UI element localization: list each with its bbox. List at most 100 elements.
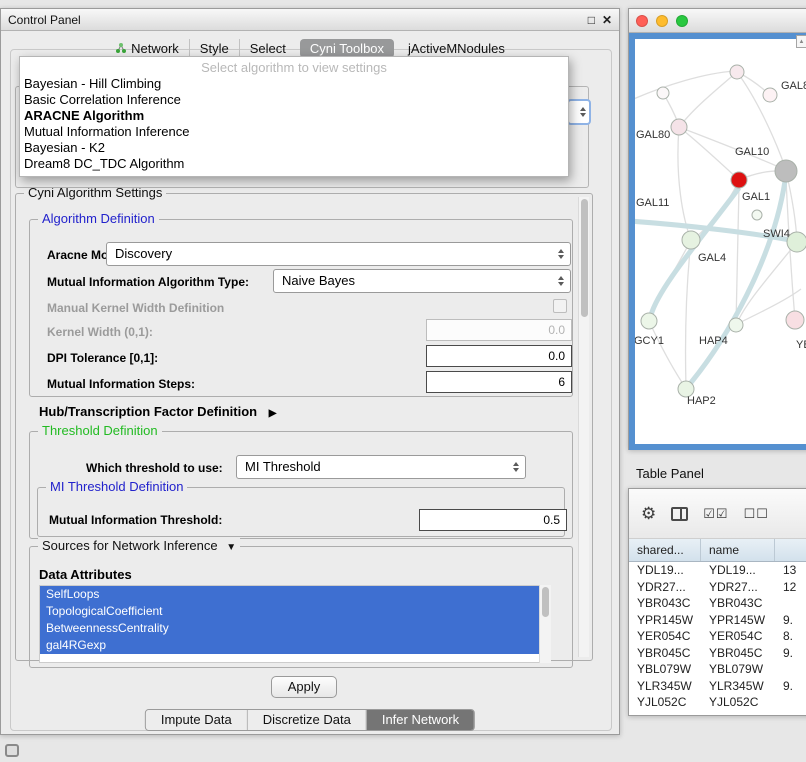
dropdown-value: Discovery (115, 246, 172, 261)
table-row[interactable]: YPR145WYPR145W9. (629, 612, 806, 629)
close-traffic-light-icon[interactable] (636, 15, 648, 27)
network-view-window: ▲ GAL80GAL10GAL11GAL1SWI4GAL4GCY1HAP4HAP… (628, 8, 806, 450)
table-cell (775, 595, 806, 612)
settings-scrollbar-thumb[interactable] (581, 199, 588, 317)
table-cell: 8. (775, 628, 806, 645)
desktop: Control Panel □ ✕ Network Style Select C (0, 0, 806, 762)
mi-steps-field[interactable]: 6 (426, 371, 572, 393)
tab-style[interactable]: Style (189, 39, 239, 58)
table-row[interactable]: YBR045CYBR045C9. (629, 645, 806, 662)
show-panel-icon[interactable] (5, 744, 19, 757)
algorithm-option[interactable]: Basic Correlation Inference (20, 92, 568, 108)
dropdown-value: MI Threshold (245, 459, 321, 474)
network-edge (679, 127, 739, 180)
sources-group-title[interactable]: Sources for Network Inference ▼ (38, 538, 240, 553)
network-node[interactable] (641, 313, 657, 329)
kernel-width-field[interactable]: 0.0 (426, 319, 572, 341)
tab-discretize-data[interactable]: Discretize Data (247, 710, 366, 730)
network-node[interactable] (682, 231, 700, 249)
network-node[interactable] (731, 172, 747, 188)
table-panel-title: Table Panel (636, 466, 704, 481)
table-row[interactable]: YDL19...YDL19...13 (629, 562, 806, 579)
settings-scrollbar[interactable] (578, 197, 589, 657)
attribute-item-selected[interactable]: SelfLoops (40, 586, 550, 603)
table-cell: YPR145W (629, 612, 701, 629)
table-cell: YLR345W (701, 678, 775, 695)
table-cell: 9. (775, 645, 806, 662)
table-row[interactable]: YBL079WYBL079W (629, 661, 806, 678)
table-cell: YBL079W (701, 661, 775, 678)
table-row[interactable]: YBR043CYBR043C (629, 595, 806, 612)
column-header[interactable] (775, 539, 806, 561)
stepper-arrows-icon (558, 249, 564, 259)
network-canvas[interactable]: GAL80GAL10GAL11GAL1SWI4GAL4GCY1HAP4HAP2G… (629, 33, 806, 450)
select-all-icon[interactable]: ☑☑ (703, 506, 728, 522)
network-node[interactable] (763, 88, 777, 102)
hub-definition-section[interactable]: Hub/Transcription Factor Definition ▶ (39, 404, 276, 419)
manual-kernel-width-checkbox[interactable] (553, 299, 567, 313)
table-body: YDL19...YDL19...13YDR27...YDR27...12YBR0… (629, 562, 806, 715)
algorithm-combo-fragment[interactable] (567, 99, 591, 125)
algorithm-option-selected[interactable]: ARACNE Algorithm (20, 108, 568, 124)
attribute-item-selected[interactable]: BetweennessCentrality (40, 620, 550, 637)
attribute-list-scrollbar[interactable] (539, 585, 551, 663)
table-row[interactable]: YLR345WYLR345W9. (629, 678, 806, 695)
which-threshold-dropdown[interactable]: MI Threshold (236, 455, 526, 479)
float-icon[interactable]: □ (588, 13, 595, 27)
tab-jactivemnodules[interactable]: jActiveMNodules (398, 39, 515, 58)
network-node[interactable] (730, 65, 744, 79)
tab-cyni-toolbox[interactable]: Cyni Toolbox (300, 39, 394, 58)
table-cell: 13 (775, 562, 806, 579)
table-row[interactable]: YDR27...YDR27...12 (629, 579, 806, 596)
column-selector-icon[interactable] (671, 507, 688, 521)
network-node[interactable] (786, 311, 804, 329)
aracne-mode-dropdown[interactable]: Discovery (106, 242, 571, 266)
zoom-traffic-light-icon[interactable] (676, 15, 688, 27)
attribute-item-selected[interactable]: TopologicalCoefficient (40, 603, 550, 620)
scroll-up-button[interactable]: ▲ (796, 35, 806, 48)
network-window-titlebar[interactable] (629, 9, 806, 33)
close-icon[interactable]: ✕ (602, 13, 612, 27)
dropdown-value: Naive Bayes (282, 273, 355, 288)
dpi-tolerance-field[interactable]: 0.0 (426, 345, 572, 367)
minimize-traffic-light-icon[interactable] (656, 15, 668, 27)
gear-icon[interactable]: ⚙ (641, 504, 656, 524)
table-row[interactable]: YJL052CYJL052C (629, 694, 806, 711)
deselect-all-icon[interactable]: ☐☐ (744, 506, 769, 522)
dpi-tolerance-label: DPI Tolerance [0,1]: (47, 351, 158, 365)
manual-kernel-width-label: Manual Kernel Width Definition (47, 301, 224, 315)
section-label: Hub/Transcription Factor Definition (39, 404, 257, 419)
tab-impute-data[interactable]: Impute Data (146, 710, 247, 730)
apply-button[interactable]: Apply (271, 676, 337, 698)
table-row[interactable]: YER054CYER054C8. (629, 628, 806, 645)
network-node[interactable] (729, 318, 743, 332)
attribute-item-selected[interactable]: gal4RGexp (40, 637, 550, 654)
attribute-list-scrollbar-thumb[interactable] (542, 587, 549, 617)
network-node-label: GAL8 (781, 80, 806, 92)
network-node[interactable] (775, 160, 797, 182)
tab-select[interactable]: Select (239, 39, 296, 58)
mi-algorithm-type-dropdown[interactable]: Naive Bayes (273, 269, 571, 293)
mi-threshold-field[interactable]: 0.5 (419, 509, 567, 531)
data-attributes-list: SelfLoops TopologicalCoefficient Between… (39, 585, 551, 663)
network-node[interactable] (671, 119, 687, 135)
control-panel-titlebar[interactable]: Control Panel □ ✕ (1, 9, 619, 31)
tab-network[interactable]: Network (105, 39, 189, 58)
collapse-arrow-icon[interactable]: ▼ (226, 542, 236, 553)
column-header[interactable]: shared... (629, 539, 701, 561)
tab-infer-network[interactable]: Infer Network (366, 710, 474, 730)
network-node-label: GAL4 (698, 252, 726, 264)
table-cell: YDL19... (701, 562, 775, 579)
section-label: Sources for Network Inference (42, 538, 218, 553)
algorithm-option[interactable]: Mutual Information Inference (20, 124, 568, 140)
algorithm-option[interactable]: Dream8 DC_TDC Algorithm (20, 156, 568, 172)
algorithm-option[interactable]: Bayesian - K2 (20, 140, 568, 156)
table-cell: YER054C (629, 628, 701, 645)
algorithm-option[interactable]: Bayesian - Hill Climbing (20, 76, 568, 92)
network-node[interactable] (752, 210, 762, 220)
column-header[interactable]: name (701, 539, 775, 561)
table-cell: YBR045C (629, 645, 701, 662)
network-node[interactable] (657, 87, 669, 99)
expand-arrow-icon[interactable]: ▶ (269, 408, 277, 419)
network-node-label: HAP4 (699, 335, 728, 347)
